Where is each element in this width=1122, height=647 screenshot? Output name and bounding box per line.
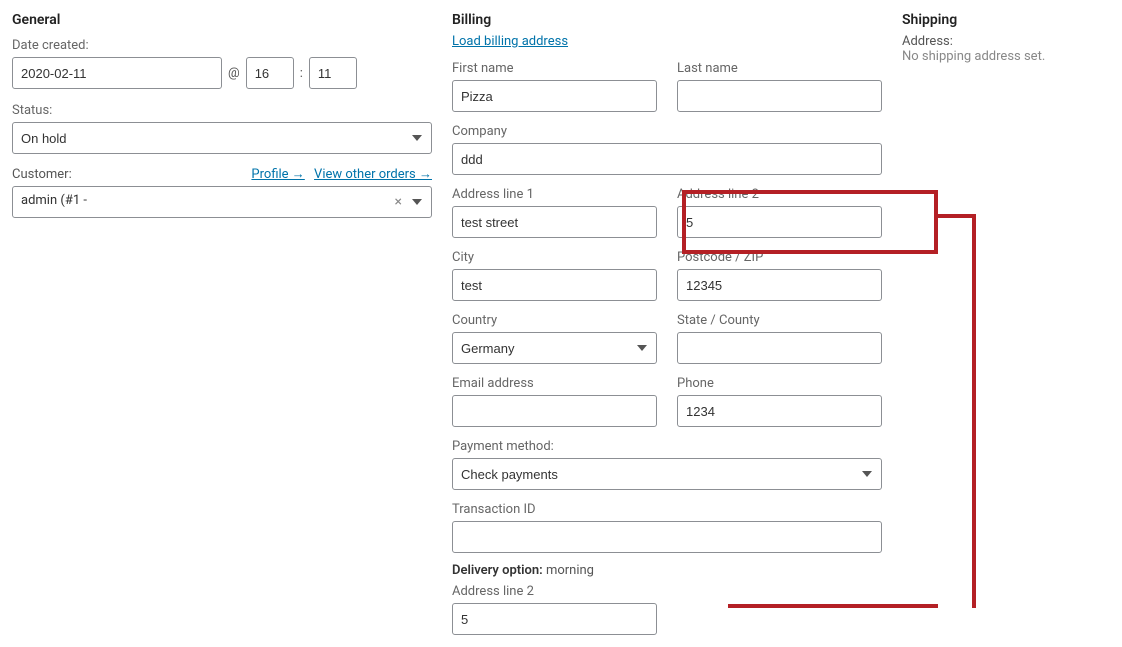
payment-method-label: Payment method: [452,439,882,454]
address-line-1-label: Address line 1 [452,187,657,202]
at-symbol: @ [228,66,240,81]
country-select[interactable]: Germany [452,332,657,364]
company-input[interactable] [452,143,882,175]
country-label: Country [452,313,657,328]
state-input[interactable] [677,332,882,364]
city-input[interactable] [452,269,657,301]
last-name-label: Last name [677,61,882,76]
date-created-input[interactable] [12,57,222,89]
postcode-label: Postcode / ZIP [677,250,882,265]
general-heading: General [12,12,432,28]
last-name-input[interactable] [677,80,882,112]
minute-input[interactable] [309,57,357,89]
shipping-none-text: No shipping address set. [902,49,1102,64]
shipping-address-label: Address: [902,34,1102,49]
company-label: Company [452,124,882,139]
shipping-heading: Shipping [902,12,1102,28]
address-line-1-input[interactable] [452,206,657,238]
delivery-option-value: morning [546,563,594,578]
first-name-input[interactable] [452,80,657,112]
address-line-2-label: Address line 2 [677,187,882,202]
delivery-option-label: Delivery option: [452,563,543,578]
status-label: Status: [12,103,432,118]
email-input[interactable] [452,395,657,427]
time-colon: : [300,66,303,81]
transaction-id-input[interactable] [452,521,882,553]
date-created-label: Date created: [12,38,432,53]
city-label: City [452,250,657,265]
address-line-2b-label: Address line 2 [452,584,657,599]
address-line-2b-input[interactable] [452,603,657,635]
customer-value: admin (#1 - [21,193,87,208]
view-other-orders-link[interactable]: View other orders → [314,167,432,182]
postcode-input[interactable] [677,269,882,301]
transaction-id-label: Transaction ID [452,502,882,517]
state-label: State / County [677,313,882,328]
billing-heading: Billing [452,12,882,28]
profile-link[interactable]: Profile → [251,167,304,182]
customer-label: Customer: [12,167,72,182]
email-label: Email address [452,376,657,391]
address-line-2-input[interactable] [677,206,882,238]
phone-input[interactable] [677,395,882,427]
load-billing-address-link[interactable]: Load billing address [452,34,568,49]
customer-clear-icon[interactable]: × [395,194,402,210]
customer-select[interactable]: admin (#1 - [12,186,432,218]
hour-input[interactable] [246,57,294,89]
payment-method-select[interactable]: Check payments [452,458,882,490]
first-name-label: First name [452,61,657,76]
phone-label: Phone [677,376,882,391]
status-select[interactable]: On hold [12,122,432,154]
